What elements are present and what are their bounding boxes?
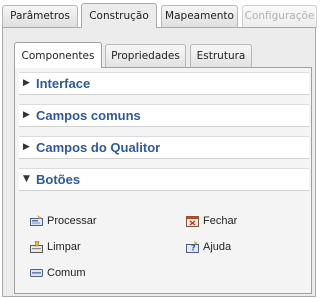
section-campos-comuns[interactable]: ▶ Campos comuns [19, 104, 309, 127]
component-comum[interactable]: Comum [30, 265, 86, 281]
process-icon [30, 215, 43, 226]
construcao-panel: Componentes Propriedades Estrutura ▶ Int… [2, 27, 316, 297]
button-icon [30, 269, 43, 277]
section-title: Botões [36, 172, 81, 187]
expand-arrow-icon: ▶ [23, 110, 30, 120]
top-tab-bar: Parâmetros Construção Mapeamento Configu… [0, 0, 317, 28]
tab-construcao[interactable]: Construção [81, 3, 157, 28]
tab-componentes[interactable]: Componentes [14, 42, 102, 68]
clear-icon [30, 241, 43, 253]
component-ajuda[interactable]: ? Ajuda [186, 239, 231, 255]
section-title: Interface [36, 76, 91, 91]
svg-text:?: ? [191, 244, 196, 253]
expand-arrow-icon: ▶ [23, 78, 30, 88]
expand-arrow-icon: ▶ [23, 142, 30, 152]
component-limpar[interactable]: Limpar [30, 239, 81, 255]
componentes-panel: ▶ Interface ▶ Campos comuns ▶ Campos do … [14, 67, 312, 294]
tab-configuracoes: Configuraçõe [242, 5, 317, 28]
tab-propriedades[interactable]: Propriedades [105, 44, 186, 67]
tab-mapeamento[interactable]: Mapeamento [161, 5, 238, 28]
component-label: Limpar [47, 241, 81, 253]
section-campos-do-qualitor[interactable]: ▶ Campos do Qualitor [19, 136, 309, 159]
section-title: Campos do Qualitor [36, 140, 161, 155]
component-processar[interactable]: Processar [30, 213, 97, 229]
component-fechar[interactable]: Fechar [186, 213, 237, 229]
tab-parametros[interactable]: Parâmetros [2, 5, 78, 28]
component-label: Comum [47, 267, 86, 279]
component-label: Processar [47, 215, 97, 227]
tab-estrutura[interactable]: Estrutura [190, 44, 252, 67]
help-icon: ? [186, 241, 199, 253]
collapse-arrow-icon: ▼ [23, 174, 30, 184]
section-title: Campos comuns [36, 108, 141, 123]
close-window-icon [186, 216, 199, 227]
botoes-list: Processar Fechar Limpar ? Ajuda Comum [19, 196, 309, 279]
component-label: Ajuda [203, 241, 232, 253]
section-botoes[interactable]: ▼ Botões [19, 168, 309, 191]
component-label: Fechar [203, 215, 238, 227]
section-interface[interactable]: ▶ Interface [19, 72, 309, 95]
